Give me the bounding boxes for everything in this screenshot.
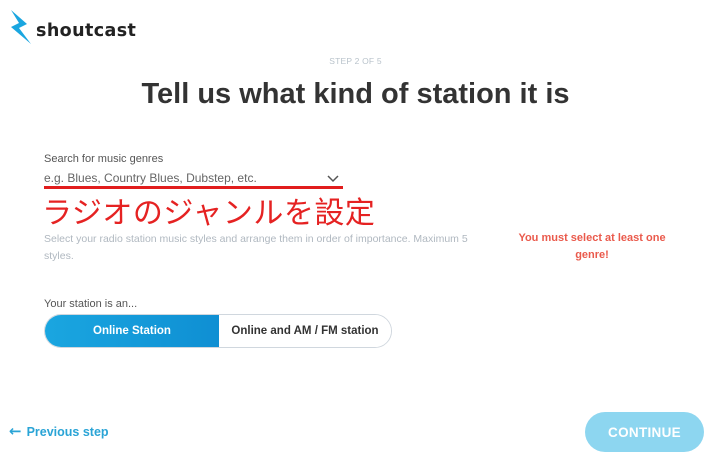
page-title: Tell us what kind of station it is (141, 78, 570, 110)
genre-hint: Select your radio station music styles a… (44, 233, 468, 262)
genre-error-message: You must select at least one genre! (518, 232, 666, 261)
brand-name: shoutcast (36, 21, 137, 41)
previous-step-link[interactable]: ← Previous step (9, 424, 109, 439)
lightning-bolt-icon (8, 10, 32, 44)
genre-search-label: Search for music genres (44, 153, 164, 165)
arrow-left-icon: ← (9, 422, 22, 440)
previous-step-label: Previous step (26, 424, 109, 439)
option-online-and-am-fm-station[interactable]: Online and AM / FM station (219, 315, 391, 347)
chevron-down-icon[interactable] (327, 171, 339, 183)
step-indicator: STEP 2 OF 5 (329, 56, 382, 66)
option-online-station[interactable]: Online Station (45, 315, 219, 347)
station-type-label: Your station is an... (44, 298, 138, 310)
brand-logo[interactable]: shoutcast (8, 10, 136, 44)
continue-button[interactable]: CONTINUE (585, 412, 704, 452)
annotation-text: ラジオのジャンルを設定 (42, 196, 376, 231)
genre-search-input[interactable] (44, 168, 329, 187)
genre-search-field[interactable] (44, 168, 343, 189)
station-type-toggle[interactable]: Online Station Online and AM / FM statio… (44, 314, 392, 348)
